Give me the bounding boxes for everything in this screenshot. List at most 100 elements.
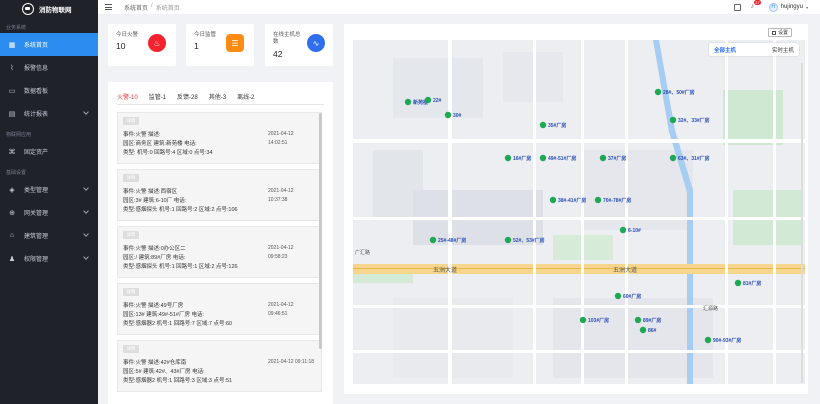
brand: 消防物联网	[0, 0, 98, 18]
chevron-down-icon	[83, 231, 89, 237]
map-pin-icon	[734, 279, 742, 287]
sidebar-item-types[interactable]: ◈ 类型管理	[0, 178, 98, 201]
list-scrollbar[interactable]	[319, 113, 322, 349]
chevron-down-icon	[83, 254, 89, 260]
map-marker[interactable]: 30#	[444, 111, 462, 119]
chevron-down-icon	[83, 185, 89, 191]
asset-icon: ⌘	[8, 148, 16, 156]
stat-label: 今日火警	[116, 32, 139, 38]
notification-bell-icon[interactable]: ♪ 37	[751, 0, 762, 11]
list-item[interactable]: 详情 事件:火警 描述:0办公区二 园区:/ 建筑:89#厂房 电话: 类型:感…	[117, 226, 322, 278]
map-marker[interactable]: 60#厂房	[614, 292, 642, 300]
sidebar-item-label: 网关管理	[24, 211, 49, 217]
sidebar-item-label: 报警信息	[24, 66, 49, 72]
top-header: 系统首页 / 系统首页 ♪ 37 H hujingyu ▾	[98, 0, 820, 14]
map-marker[interactable]: 86#	[639, 326, 657, 334]
sidebar-item-reports[interactable]: ▤ 统计报表	[0, 102, 98, 125]
detail-tag[interactable]: 详情	[123, 231, 139, 239]
map-scrollbar	[801, 63, 803, 383]
record-location: 园区:3# 建筑:6-10厂 电话:	[123, 198, 187, 204]
map-marker[interactable]: 89#厂房	[634, 316, 662, 324]
map-marker[interactable]: 81#厂房	[734, 279, 762, 287]
fullscreen-icon[interactable]	[733, 3, 741, 11]
map-marker[interactable]: 35#厂房	[539, 121, 567, 129]
sidebar-item-permissions[interactable]: ♟ 权限管理	[0, 247, 98, 270]
detail-tag[interactable]: 详情	[123, 174, 139, 182]
map-pin-icon	[614, 292, 622, 300]
building-icon: ⌂	[9, 232, 15, 239]
sidebar-item-gateways[interactable]: ⊕ 网关管理	[0, 201, 98, 224]
record-location: 园区:13# 建筑:49#-51#厂房 电话:	[123, 312, 205, 318]
map-pin-icon	[639, 326, 647, 334]
map-pin-icon	[504, 236, 512, 244]
detail-tag[interactable]: 详情	[123, 117, 139, 125]
map-pin-icon	[634, 316, 642, 324]
map-marker-label: 52#、53#厂房	[513, 237, 545, 244]
section-title-settings: 基础设置	[6, 170, 27, 176]
breadcrumb-separator: /	[151, 2, 153, 9]
record-date: 2021-04-12	[268, 245, 294, 251]
record-device: 类型:感烟器2 机号:1 回路号:7 区域:7 点号:60	[123, 321, 233, 327]
stat-label: 今日监管	[194, 32, 217, 38]
map-marker-label: 32#、33#厂房	[678, 117, 710, 124]
sidebar-item-assets[interactable]: ⌘ 固定资产	[0, 140, 98, 163]
list-item[interactable]: 详情 事件:火警 描述: 园区:商务区 建筑:新苑楼 电话: 类型: 机号:0 …	[117, 112, 322, 164]
map-marker[interactable]: 103#厂房	[579, 316, 609, 324]
map-pin-icon	[704, 336, 712, 344]
road-label: 五洲大道	[613, 266, 637, 274]
all-hosts-toggle[interactable]: 全部主机	[714, 46, 736, 54]
section-title-iot: 物联网应用	[6, 132, 32, 138]
map-marker-label: 16#厂房	[513, 155, 531, 162]
map-pin-icon	[539, 154, 547, 162]
stat-card-fire: 今日火警 10 ♨	[108, 24, 176, 66]
sidebar-item-buildings[interactable]: ⌂ 建筑管理	[0, 224, 98, 247]
sidebar-item-label: 固定资产	[24, 150, 49, 156]
map-marker-label: 90#-93#厂房	[713, 337, 741, 344]
map-marker-label: 30#	[453, 113, 462, 119]
sidebar-item-alarms[interactable]: ⌇ 报警信息	[0, 56, 98, 79]
list-item[interactable]: 详情 事件:火警 描述:西宿区 园区:3# 建筑:6-10厂 电话: 类型:感烟…	[117, 169, 322, 221]
record-date: 2021-04-12	[268, 302, 294, 308]
list-item[interactable]: 详情 事件:火警 描述:49号厂房 园区:13# 建筑:49#-51#厂房 电话…	[117, 283, 322, 335]
map-pin-icon	[619, 226, 627, 234]
map-marker[interactable]: 新苑楼	[404, 98, 428, 106]
record-time: 14:02:51	[268, 140, 288, 146]
breadcrumb-current: 系统首页	[155, 5, 180, 12]
sidebar-item-label: 系统首页	[24, 43, 49, 49]
sidebar-item-label: 数据看板	[24, 89, 49, 95]
avatar: H	[768, 2, 778, 12]
user-menu[interactable]: H hujingyu ▾	[768, 2, 808, 12]
map-settings-label: 设置	[777, 30, 788, 36]
map-marker[interactable]: 37#厂房	[599, 154, 627, 162]
sidebar-item-dashboard[interactable]: ▭ 数据看板	[0, 79, 98, 102]
section-title-business: 业务系统	[6, 25, 27, 31]
gateway-icon: ⊕	[9, 209, 15, 217]
record-time: 09:58:23	[268, 254, 288, 260]
detail-tag[interactable]: 详情	[123, 345, 139, 353]
map-pin-icon	[669, 154, 677, 162]
menu-toggle-icon[interactable]	[105, 4, 112, 10]
breadcrumb-home[interactable]: 系统首页	[124, 3, 148, 12]
detail-tag[interactable]: 详情	[123, 288, 139, 296]
map-marker[interactable]: 16#厂房	[504, 154, 532, 162]
home-icon: ▦	[8, 41, 16, 49]
event-list-panel: 火警-10 监管-1 反馈-28 其他-3 离线-2 详情 事件:火警 描述: …	[108, 82, 333, 404]
map-marker[interactable]: 6-10#	[619, 226, 641, 234]
map-marker-label: 86#	[648, 328, 657, 334]
record-date: 2021-04-12	[268, 188, 294, 194]
road-label: 五洲大道	[433, 266, 457, 274]
type-icon: ◈	[9, 186, 15, 194]
breadcrumb: 系统首页 / 系统首页	[124, 3, 180, 12]
realtime-hosts-toggle[interactable]: 实时主机	[772, 46, 794, 54]
map-pin-icon	[594, 196, 602, 204]
map-canvas[interactable]: 五洲大道 五洲大道 广汇路 汇源路 新苑楼 22# 30# 35#厂房 28#、50#厂…	[353, 40, 805, 384]
map-settings-button[interactable]: 设置	[767, 28, 792, 37]
list-item[interactable]: 详情 事件:火警 描述:42#仓库南 园区:5# 建筑:42#、43#厂房 电话…	[117, 340, 322, 392]
record-event: 事件:火警 描述:西宿区	[123, 189, 178, 195]
record-device: 类型: 机号:0 回路号:4 区域:0 点号:34	[123, 150, 213, 156]
sidebar-item-home[interactable]: ▦ 系统首页	[0, 33, 98, 56]
record-location: 园区:/ 建筑:89#厂房 电话:	[123, 255, 186, 261]
logo-icon	[22, 3, 34, 15]
record-time: 09:46:51	[268, 311, 288, 317]
map-marker[interactable]: 22#	[424, 96, 442, 104]
